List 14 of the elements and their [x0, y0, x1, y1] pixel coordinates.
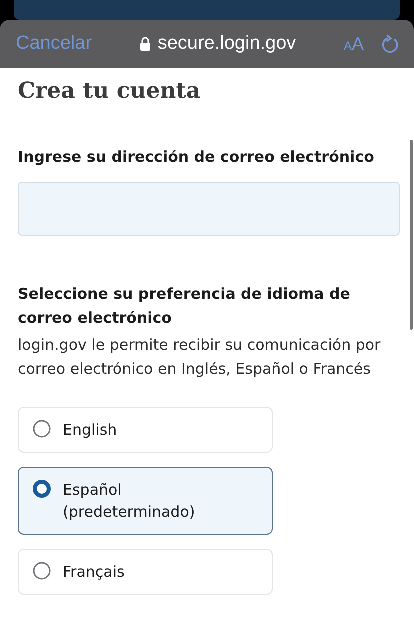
- lock-icon: [140, 37, 151, 51]
- field-label: Ingrese su dirección de correo electrónico: [18, 147, 376, 168]
- radio-icon[interactable]: [33, 480, 51, 498]
- language-option[interactable]: English: [18, 407, 273, 453]
- radio-icon[interactable]: [33, 562, 51, 580]
- page-title: Crea tu cuenta: [18, 77, 202, 106]
- radio-icon[interactable]: [33, 420, 51, 438]
- language-option[interactable]: Español (predeterminado): [18, 467, 273, 535]
- section-description: login.gov le permite recibir su comunicación por correo electrónico en Inglés, Español o Francés: [18, 335, 382, 380]
- section-heading: Seleccione su preferencia de idioma de correo electrónico: [18, 284, 352, 329]
- email-field[interactable]: [18, 182, 400, 236]
- language-option[interactable]: Français: [18, 549, 273, 595]
- url-text[interactable]: secure.login.gov: [158, 33, 296, 55]
- reload-icon[interactable]: [382, 34, 400, 54]
